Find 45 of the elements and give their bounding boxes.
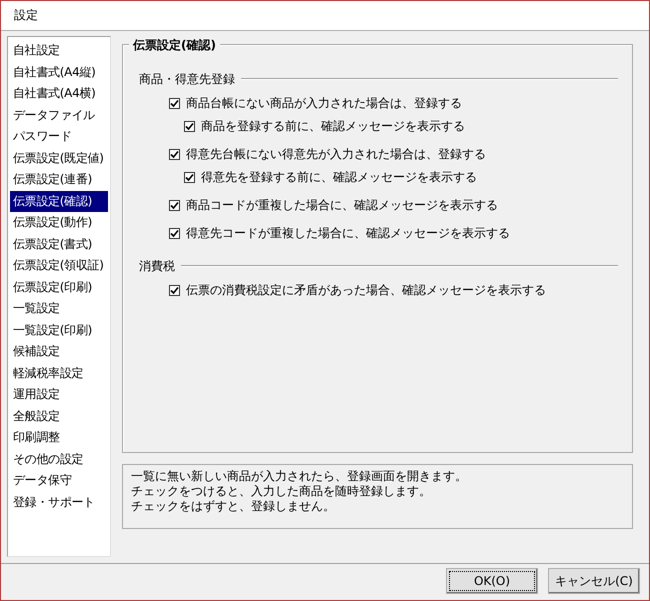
checkbox[interactable] <box>169 149 180 160</box>
checkbox-label: 商品コードが重複した場合に、確認メッセージを表示する <box>186 197 498 214</box>
checkbox-label: 得意先台帳にない得意先が入力された場合は、登録する <box>186 146 486 163</box>
sidebar-item[interactable]: 候補設定 <box>10 341 108 362</box>
checkbox-label: 商品を登録する前に、確認メッセージを表示する <box>201 118 465 135</box>
sidebar-item[interactable]: 全般設定 <box>10 406 108 427</box>
sidebar-item[interactable]: 伝票設定(書式) <box>10 234 108 255</box>
sidebar-item[interactable]: 自社設定 <box>10 40 108 62</box>
checkbox[interactable] <box>169 285 180 296</box>
group-title: 伝票設定(確認) <box>129 37 220 54</box>
sidebar-item[interactable]: 伝票設定(既定値) <box>10 148 108 169</box>
checkbox-label: 商品台帳にない商品が入力された場合は、登録する <box>186 95 462 112</box>
sidebar-item[interactable]: その他の設定 <box>10 448 108 470</box>
sidebar-item[interactable]: 印刷調整 <box>10 427 108 448</box>
sidebar-item[interactable]: 伝票設定(領収証) <box>10 255 108 276</box>
checkbox-label: 伝票の消費税設定に矛盾があった場合、確認メッセージを表示する <box>186 282 546 299</box>
checkbox[interactable] <box>169 200 180 211</box>
checkbox[interactable] <box>169 228 180 239</box>
section-title: 消費税 <box>139 258 175 274</box>
sidebar-item[interactable]: 伝票設定(連番) <box>10 169 108 190</box>
description-text: チェックをつけると、入力した商品を随時登録します。 <box>131 484 432 499</box>
sidebar-item[interactable]: データ保守 <box>10 470 108 492</box>
sidebar-item[interactable]: 伝票設定(確認) <box>10 190 108 212</box>
sidebar-item[interactable]: 登録・サポート <box>10 492 108 513</box>
sidebar-item[interactable]: 一覧設定 <box>10 298 108 320</box>
sidebar-item[interactable]: 運用設定 <box>10 384 108 406</box>
checkbox[interactable] <box>184 121 195 132</box>
sidebar-item[interactable]: 軽減税率設定 <box>10 362 108 384</box>
checkbox[interactable] <box>184 172 195 183</box>
sidebar-item[interactable]: 伝票設定(動作) <box>10 212 108 234</box>
ok-button[interactable]: OK(O) <box>446 568 538 594</box>
description-text: 一覧に無い新しい商品が入力されたら、登録画面を開きます。 <box>131 469 468 484</box>
cancel-button[interactable]: キャンセル(C) <box>548 568 640 594</box>
sidebar-item[interactable]: データファイル <box>10 104 108 126</box>
sidebar-item[interactable]: 伝票設定(印刷) <box>10 276 108 298</box>
sidebar-item[interactable]: 一覧設定(印刷) <box>10 320 108 341</box>
checkbox[interactable] <box>169 98 180 109</box>
window-title: 設定 <box>14 7 38 24</box>
checkbox-label: 得意先を登録する前に、確認メッセージを表示する <box>201 169 477 186</box>
checkbox-label: 得意先コードが重複した場合に、確認メッセージを表示する <box>186 225 510 242</box>
description-text: チェックをはずすと、登録しません。 <box>131 499 336 514</box>
section-title: 商品・得意先登録 <box>139 70 235 88</box>
sidebar-item[interactable]: 自社書式(A4横) <box>10 83 108 104</box>
sidebar-item[interactable]: 自社書式(A4縦) <box>10 62 108 83</box>
sidebar-item[interactable]: パスワード <box>10 126 108 148</box>
